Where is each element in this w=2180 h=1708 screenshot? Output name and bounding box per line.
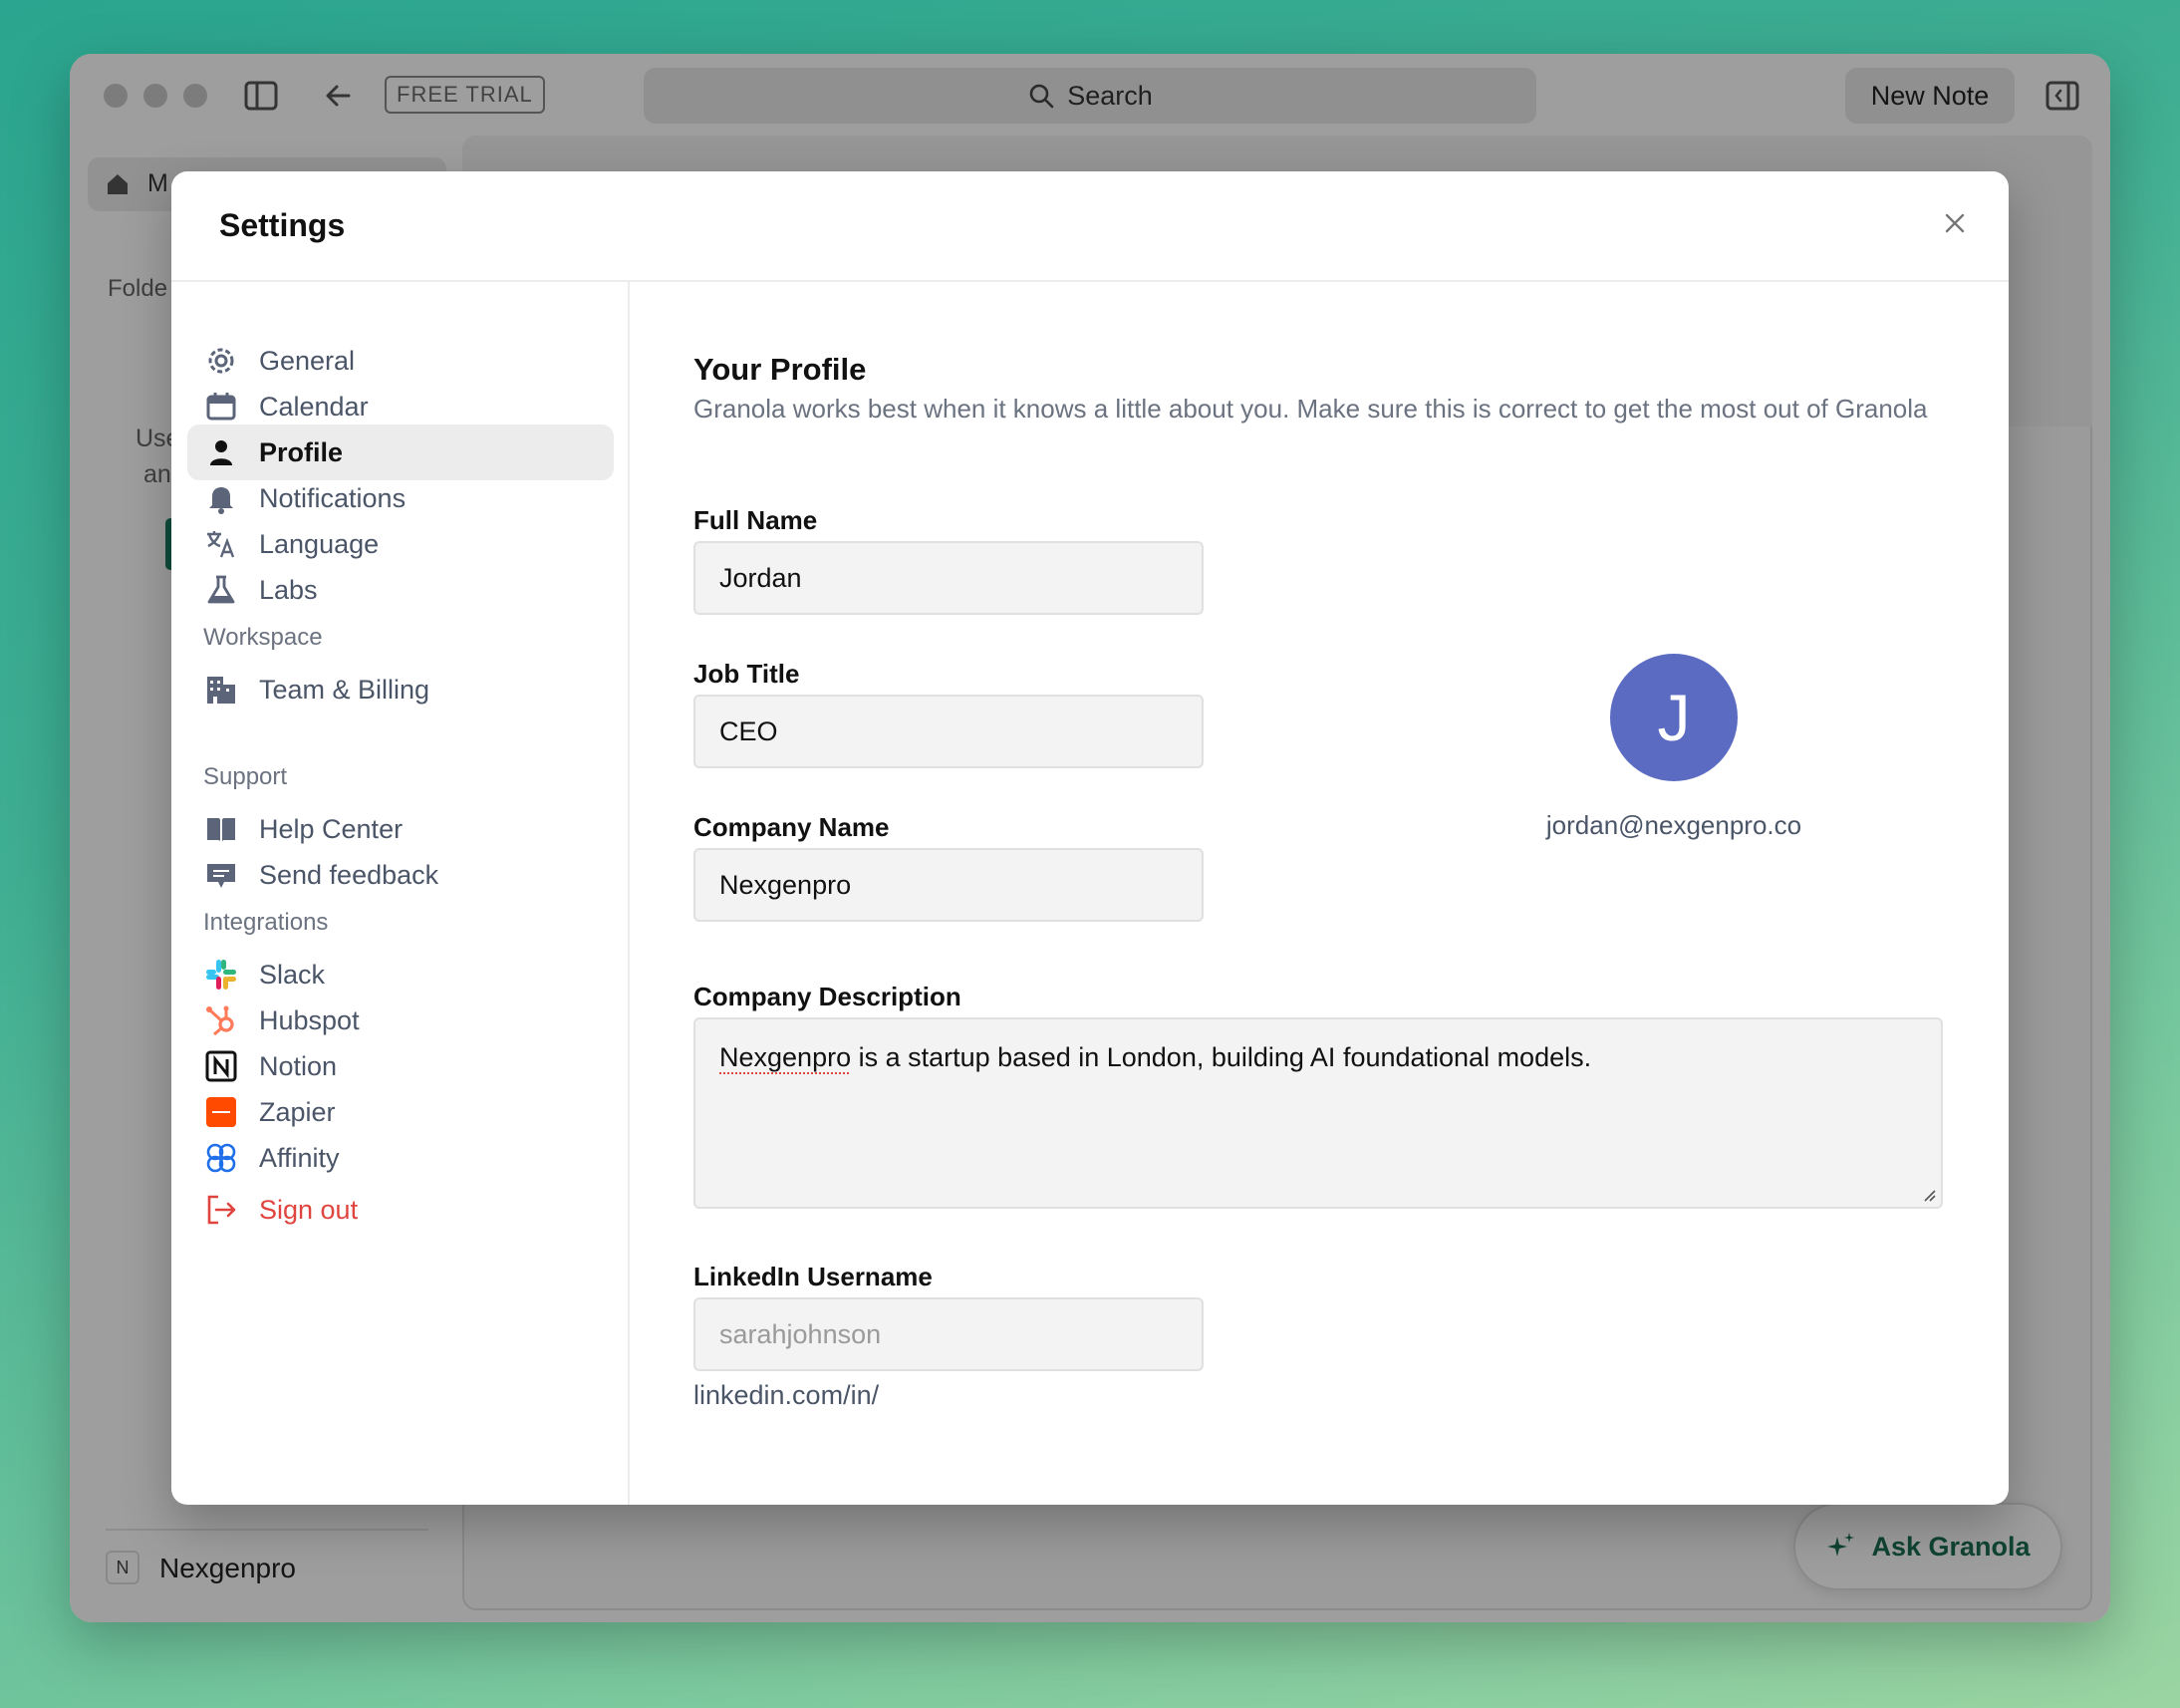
nav-item-label: Team & Billing bbox=[259, 674, 430, 705]
modal-title: Settings bbox=[219, 207, 346, 243]
full-name-label: Full Name bbox=[693, 505, 818, 535]
hubspot-icon bbox=[203, 1002, 239, 1038]
nav-item-labs[interactable]: Labs bbox=[187, 562, 614, 618]
avatar[interactable]: J bbox=[1610, 654, 1738, 781]
nav-item-label: Labs bbox=[259, 574, 318, 605]
linkedin-url-prefix: linkedin.com/in/ bbox=[693, 1380, 880, 1410]
nav-item-label: Slack bbox=[259, 959, 326, 990]
building-icon bbox=[203, 672, 239, 708]
company-name-label: Company Name bbox=[693, 812, 890, 842]
profile-heading: Your Profile bbox=[693, 352, 867, 387]
linkedin-username-field[interactable] bbox=[693, 1297, 1204, 1371]
modal-header: Settings bbox=[171, 171, 2009, 282]
nav-item-label: Notifications bbox=[259, 482, 407, 513]
flask-icon bbox=[203, 572, 239, 608]
nav-item-affinity[interactable]: Affinity bbox=[187, 1130, 614, 1186]
modal-body: General Calendar Profile Notifications L… bbox=[171, 282, 2009, 1505]
nav-item-label: Zapier bbox=[259, 1096, 336, 1127]
nav-item-label: Calendar bbox=[259, 391, 369, 422]
company-description-text: is a startup based in London, building A… bbox=[851, 1042, 1592, 1072]
full-name-field[interactable] bbox=[693, 541, 1204, 615]
profile-subtitle: Granola works best when it knows a littl… bbox=[693, 394, 1928, 424]
settings-nav: General Calendar Profile Notifications L… bbox=[171, 282, 630, 1505]
company-name-field[interactable] bbox=[693, 848, 1204, 922]
close-icon[interactable] bbox=[1937, 205, 1973, 241]
company-description-field[interactable]: Nexgenpro is a startup based in London, … bbox=[693, 1017, 1943, 1209]
chat-icon bbox=[203, 857, 239, 893]
settings-modal: Settings General Calendar Profile Notifi… bbox=[171, 171, 2009, 1505]
integrations-heading: Integrations bbox=[203, 909, 329, 936]
book-icon bbox=[203, 811, 239, 847]
nav-item-label: Help Center bbox=[259, 813, 404, 844]
nav-item-label: Hubspot bbox=[259, 1004, 360, 1035]
account-email: jordan@nexgenpro.co bbox=[1545, 810, 1802, 840]
nav-item-label: Affinity bbox=[259, 1142, 340, 1173]
gear-icon bbox=[203, 343, 239, 379]
calendar-icon bbox=[203, 389, 239, 425]
nav-item-send-feedback[interactable]: Send feedback bbox=[187, 847, 614, 903]
sign-out-icon bbox=[203, 1192, 239, 1228]
nav-item-label: General bbox=[259, 345, 356, 376]
nav-item-label: Send feedback bbox=[259, 859, 439, 890]
notion-icon bbox=[203, 1048, 239, 1084]
affinity-icon bbox=[203, 1140, 239, 1176]
slack-icon bbox=[203, 957, 239, 993]
resize-handle-icon[interactable] bbox=[1921, 1187, 1937, 1203]
linkedin-label: LinkedIn Username bbox=[693, 1262, 933, 1291]
spellcheck-word: Nexgenpro bbox=[719, 1042, 852, 1072]
nav-item-label: Notion bbox=[259, 1050, 338, 1081]
profile-panel: Your Profile Granola works best when it … bbox=[630, 282, 2009, 1505]
support-heading: Support bbox=[203, 763, 288, 790]
nav-item-label: Profile bbox=[259, 436, 344, 467]
company-description-label: Company Description bbox=[693, 982, 961, 1011]
job-title-field[interactable] bbox=[693, 695, 1204, 768]
translate-icon bbox=[203, 526, 239, 562]
nav-item-label: Sign out bbox=[259, 1194, 359, 1225]
nav-item-team-billing[interactable]: Team & Billing bbox=[187, 662, 614, 717]
job-title-label: Job Title bbox=[693, 659, 800, 689]
nav-item-sign-out[interactable]: Sign out bbox=[187, 1182, 614, 1238]
zapier-icon bbox=[203, 1094, 239, 1130]
person-icon bbox=[203, 434, 239, 470]
bell-icon bbox=[203, 480, 239, 516]
nav-item-label: Language bbox=[259, 528, 380, 559]
workspace-heading: Workspace bbox=[203, 624, 323, 651]
